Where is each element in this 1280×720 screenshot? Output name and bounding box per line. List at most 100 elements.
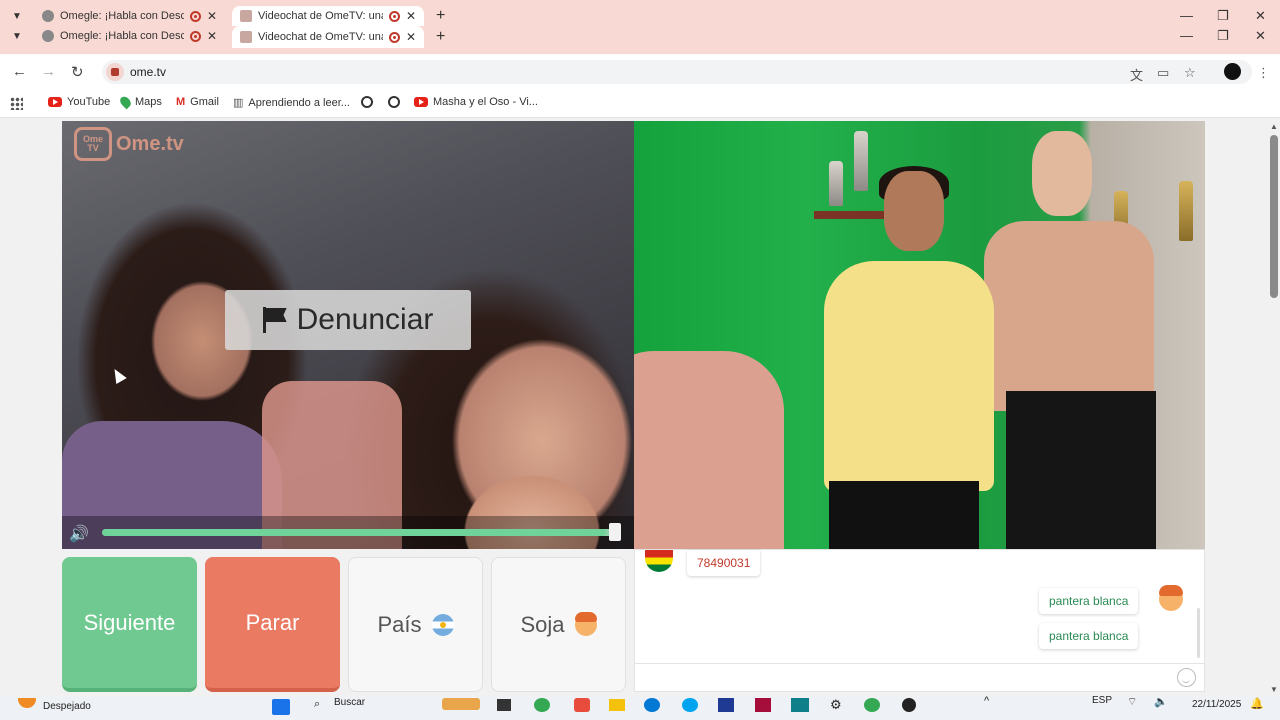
recording-icon xyxy=(190,30,201,42)
tab-ometv[interactable]: Videochat de OmeTV: una ✕ xyxy=(232,6,424,26)
ometv-logo-text: Ome.tv xyxy=(116,132,184,155)
close-tab-icon[interactable]: ✕ xyxy=(207,9,217,23)
taskbar-date[interactable]: 22/11/2025 xyxy=(1192,699,1241,710)
close-tab-icon[interactable]: ✕ xyxy=(207,29,217,43)
scrollbar-thumb[interactable] xyxy=(1270,135,1278,298)
app-icon[interactable] xyxy=(682,698,698,712)
app-icon[interactable] xyxy=(791,698,809,712)
video-scene-shape xyxy=(634,351,784,549)
stop-label: Parar xyxy=(245,609,300,635)
reload-icon[interactable]: ↻ xyxy=(71,63,84,81)
app-icon[interactable] xyxy=(902,698,916,712)
scroll-up-arrow-icon[interactable]: ▲ xyxy=(1270,122,1278,131)
next-button[interactable]: Siguiente xyxy=(62,557,197,692)
emoji-smiley-icon[interactable] xyxy=(1177,668,1196,687)
close-tab-icon[interactable]: ✕ xyxy=(406,30,416,44)
bookmark-globe-2[interactable] xyxy=(388,96,400,108)
volume-slider[interactable] xyxy=(102,529,616,536)
translate-icon[interactable]: 文 xyxy=(1130,65,1143,84)
video-scene-shape xyxy=(1006,391,1156,549)
video-scene-shape xyxy=(884,171,944,251)
tab-search-chevron-icon[interactable]: ▼ xyxy=(12,11,22,22)
search-icon[interactable]: ⌕ xyxy=(314,698,320,711)
browser-toolbar: ← → ↻ ome.tv 文 ▭ ☆ ⋮ xyxy=(0,54,1280,90)
bookmark-youtube[interactable]: YouTube xyxy=(48,96,110,108)
video-scene-shape xyxy=(984,221,1154,411)
bookmark-star-icon[interactable]: ☆ xyxy=(1184,65,1196,81)
globe-icon xyxy=(42,30,54,42)
bookmark-aprendiendo[interactable]: ▥ Aprendiendo a leer... xyxy=(233,96,350,110)
ometv-favicon-icon xyxy=(240,31,252,43)
bookmark-globe-1[interactable] xyxy=(361,96,373,108)
settings-gear-icon[interactable]: ⚙ xyxy=(830,697,842,713)
restore-button[interactable]: ❐ xyxy=(1217,28,1229,44)
tab-title: Omegle: ¡Habla con Descon xyxy=(60,30,184,42)
tab-title: Omegle: ¡Habla con Descon xyxy=(60,10,184,22)
scroll-down-arrow-icon[interactable]: ▼ xyxy=(1270,685,1278,694)
language-indicator[interactable]: ESP xyxy=(1092,695,1112,706)
new-tab-plus-icon[interactable]: + xyxy=(436,7,445,25)
menu-kebab-icon[interactable]: ⋮ xyxy=(1257,65,1270,81)
speaker-icon[interactable]: 🔊 xyxy=(69,524,89,544)
notification-bell-icon[interactable]: 🔔 xyxy=(1250,697,1264,710)
tab-title: Videochat de OmeTV: una xyxy=(258,10,383,22)
browser-window: ▼ Omegle: ¡Habla con Descon ✕ Videochat … xyxy=(0,0,1280,720)
site-camera-icon[interactable] xyxy=(106,63,124,81)
profile-avatar[interactable] xyxy=(1224,63,1241,80)
chrome-icon[interactable] xyxy=(534,698,550,712)
cast-icon[interactable]: ▭ xyxy=(1157,65,1169,81)
my-avatar-icon xyxy=(1159,585,1183,611)
bookmark-masha[interactable]: Masha y el Oso - Vi... xyxy=(414,96,538,108)
bookmark-label: Aprendiendo a leer... xyxy=(248,96,350,109)
app-icon[interactable] xyxy=(755,698,771,712)
file-explorer-icon[interactable] xyxy=(609,699,625,711)
volume-fill xyxy=(102,529,606,536)
chat-scrollbar[interactable] xyxy=(1197,608,1200,658)
gender-filter-button[interactable]: Soja xyxy=(491,557,626,692)
close-window-button[interactable]: ✕ xyxy=(1255,8,1266,24)
apps-grid-icon[interactable] xyxy=(10,97,23,110)
report-button[interactable]: Denunciar xyxy=(225,290,471,350)
taskbar-widget-icon[interactable] xyxy=(442,698,480,710)
tab-omegle[interactable]: Omegle: ¡Habla con Descon ✕ xyxy=(34,26,226,46)
tab-omegle[interactable]: Omegle: ¡Habla con Descon ✕ xyxy=(34,6,226,26)
forward-arrow-icon[interactable]: → xyxy=(41,63,56,80)
chat-input[interactable] xyxy=(635,663,1204,691)
bookmark-label: YouTube xyxy=(67,96,111,108)
remote-video xyxy=(634,121,1205,549)
address-bar[interactable]: ome.tv xyxy=(102,60,1252,84)
recording-icon xyxy=(190,10,201,22)
edge-icon[interactable] xyxy=(644,698,660,712)
page-scrollbar[interactable]: ▲ ▼ xyxy=(1268,119,1280,697)
app-icon[interactable] xyxy=(718,698,734,712)
tab-search-chevron-icon[interactable]: ▼ xyxy=(12,31,22,42)
weather-label[interactable]: Despejado xyxy=(43,701,91,712)
wifi-icon[interactable]: ⌔ xyxy=(1127,695,1137,709)
ometv-logo: Ome TV Ome.tv xyxy=(74,127,184,161)
task-view-icon[interactable] xyxy=(497,699,511,711)
minimize-button[interactable]: — xyxy=(1180,28,1193,43)
close-tab-icon[interactable]: ✕ xyxy=(406,9,416,23)
tray-chevron-icon[interactable]: ^ xyxy=(984,695,989,707)
tab-ometv[interactable]: Videochat de OmeTV: una ✕ xyxy=(232,26,424,48)
app-icon[interactable] xyxy=(574,698,590,712)
globe-icon xyxy=(361,96,373,108)
minimize-button[interactable]: — xyxy=(1180,8,1193,23)
taskbar-search-label[interactable]: Buscar xyxy=(334,697,365,708)
youtube-icon xyxy=(414,97,428,107)
bookmark-maps[interactable]: Maps xyxy=(118,94,162,110)
url-text[interactable]: ome.tv xyxy=(130,65,166,79)
back-arrow-icon[interactable]: ← xyxy=(12,63,27,80)
volume-slider-handle[interactable] xyxy=(609,523,621,541)
new-tab-plus-icon[interactable]: + xyxy=(436,28,445,46)
stop-button[interactable]: Parar xyxy=(205,557,340,692)
close-window-button[interactable]: ✕ xyxy=(1255,28,1266,44)
weather-sun-icon[interactable] xyxy=(18,698,36,708)
country-filter-button[interactable]: País xyxy=(348,557,483,692)
volume-icon[interactable]: 🔈 xyxy=(1154,695,1168,708)
chrome-icon[interactable] xyxy=(864,698,880,712)
restore-button[interactable]: ❐ xyxy=(1217,8,1229,24)
bookmark-gmail[interactable]: M Gmail xyxy=(176,96,219,108)
bolivia-flag-icon xyxy=(645,550,673,572)
windows-start-icon[interactable] xyxy=(272,699,290,715)
